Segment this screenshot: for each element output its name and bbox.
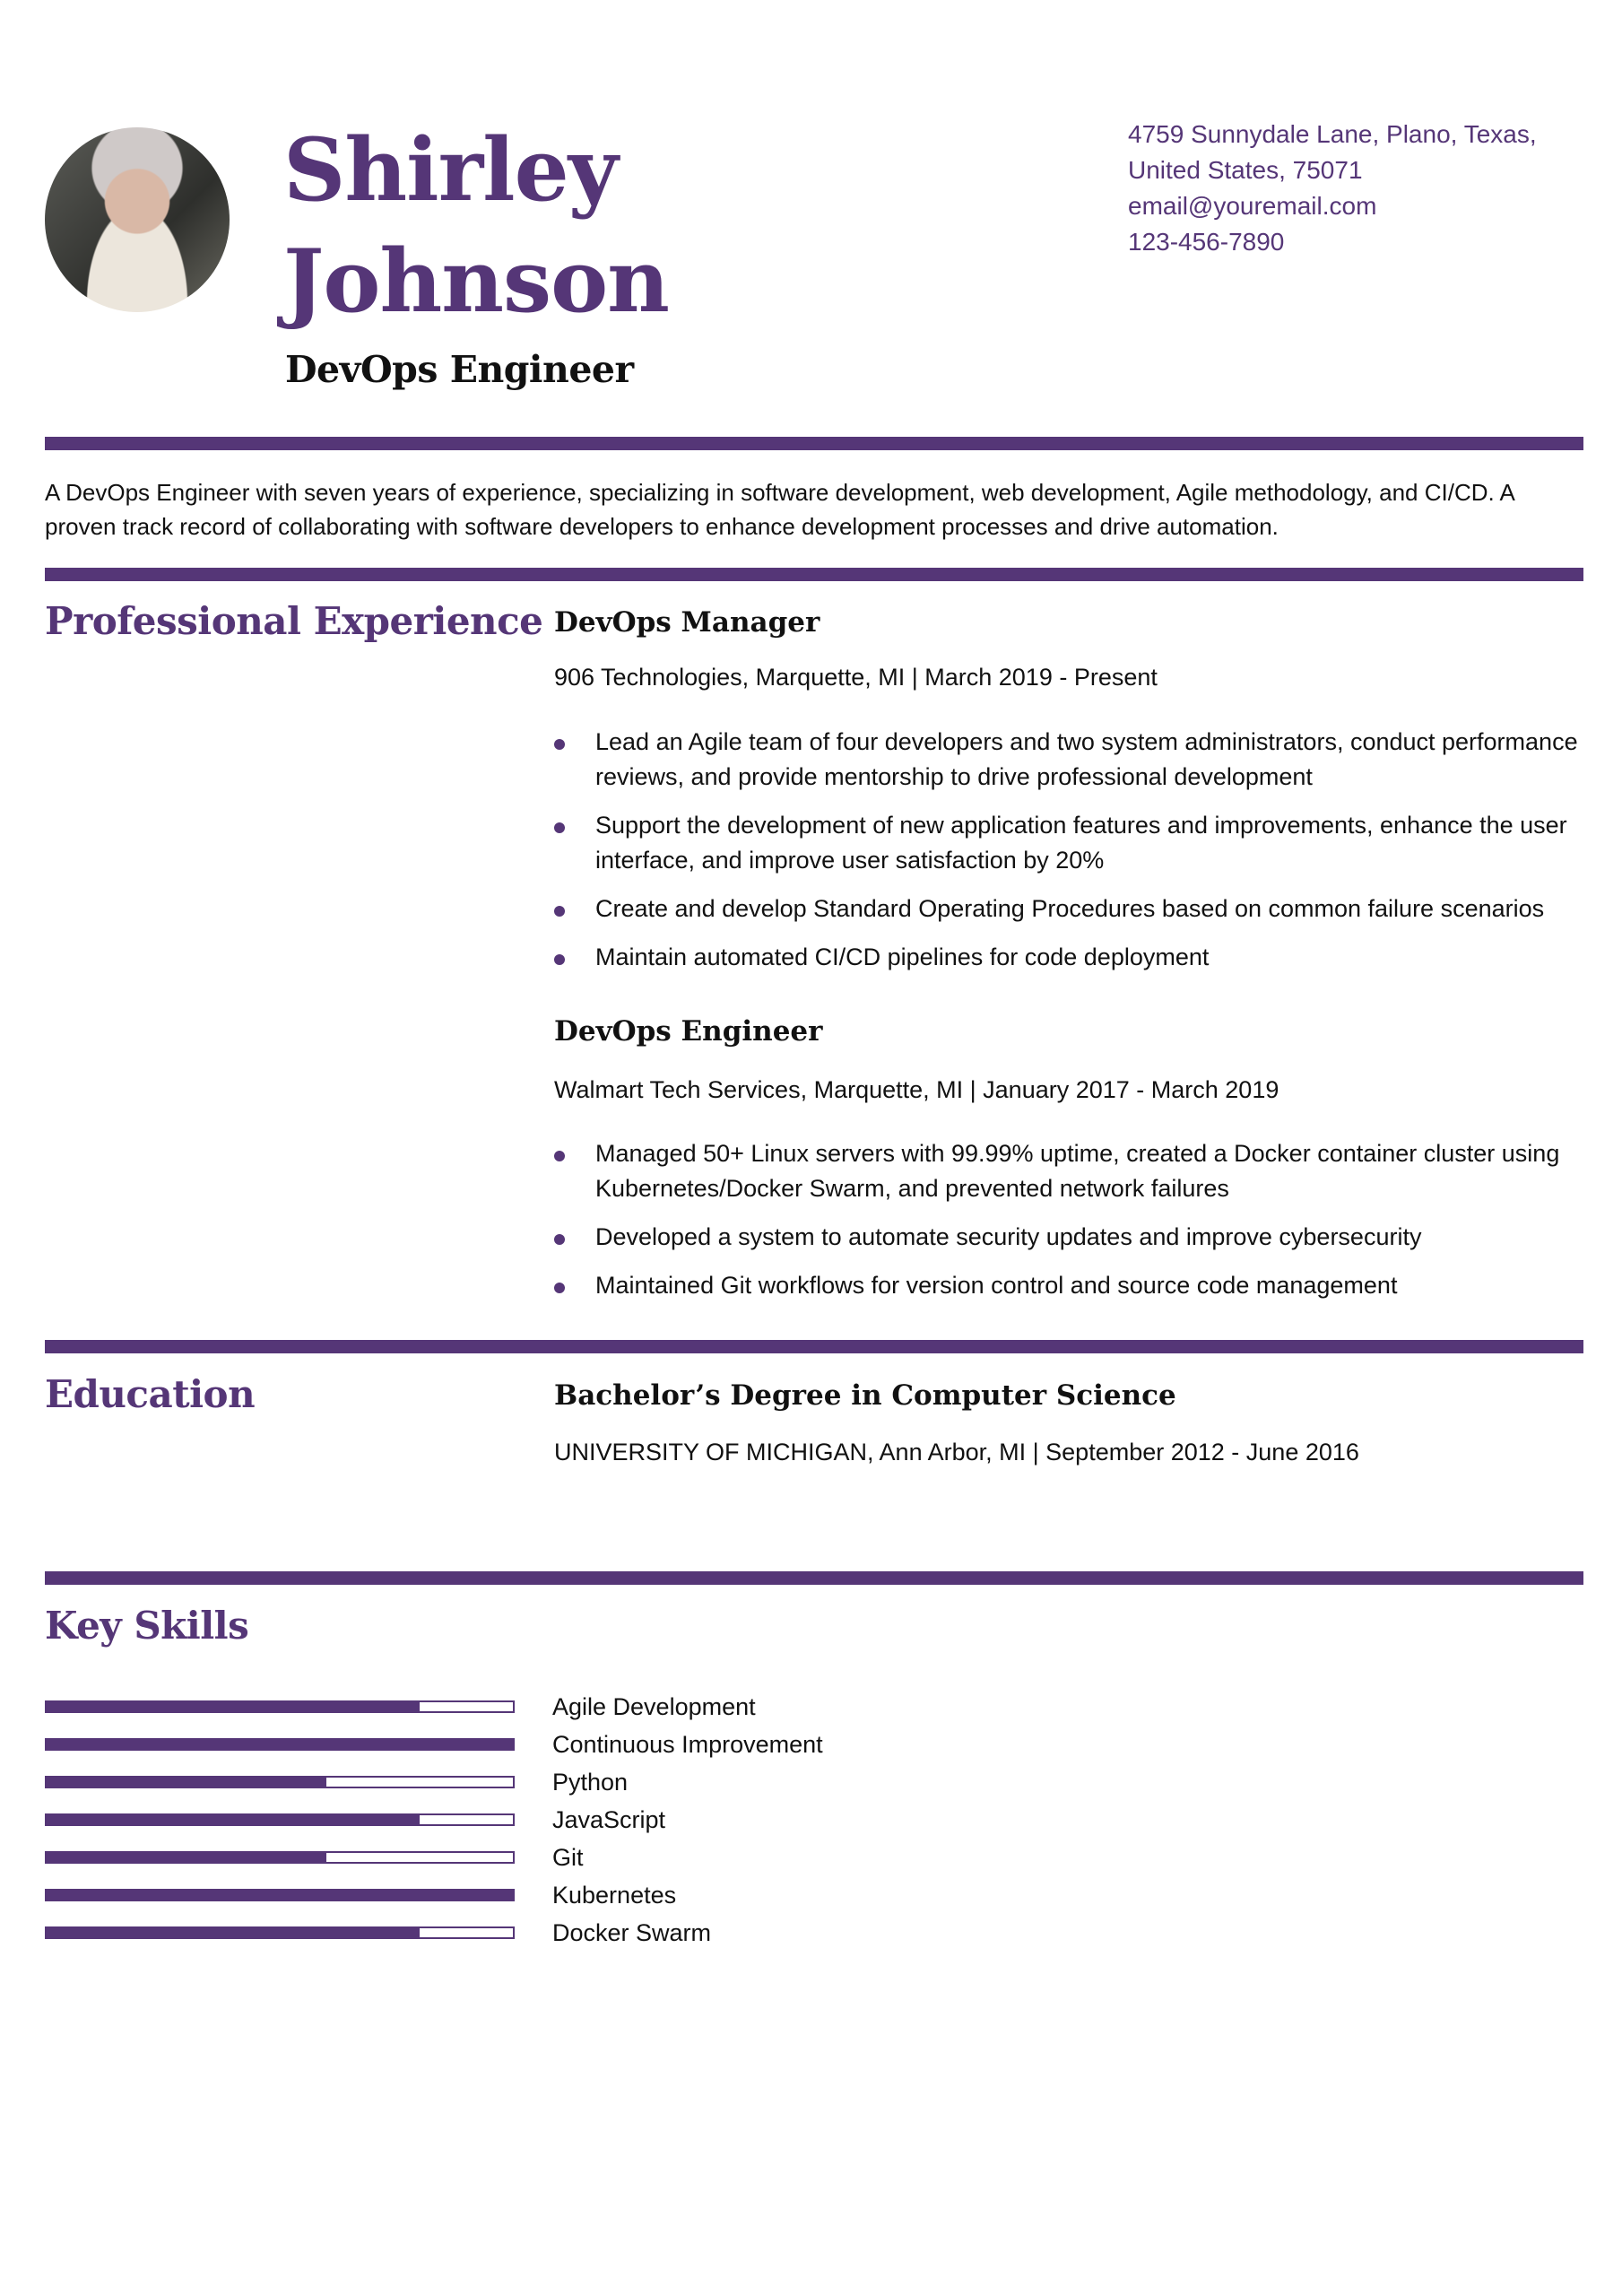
bullet-icon [554, 1234, 565, 1245]
skill-level-bar [45, 1738, 515, 1751]
job-2-meta: Walmart Tech Services, Marquette, MI | J… [554, 1076, 1279, 1103]
list-item: Lead an Agile team of four developers an… [554, 725, 1585, 795]
divider [45, 1571, 1583, 1585]
last-name: Johnson [283, 230, 670, 332]
section-heading-experience: Professional Experience [45, 599, 543, 643]
job-1-title: DevOps Manager [554, 606, 820, 639]
phone: 123-456-7890 [1128, 228, 1285, 256]
bullet-text: Maintained Git workflows for version con… [595, 1272, 1398, 1299]
skill-level-bar [45, 1776, 515, 1788]
divider [45, 1340, 1583, 1353]
first-name: Shirley [283, 119, 618, 221]
job-title: DevOps Engineer [285, 348, 634, 391]
degree-title: Bachelor’s Degree in Computer Science [554, 1379, 1176, 1412]
bullet-text: Create and develop Standard Operating Pr… [595, 895, 1545, 922]
skill-row: Continuous Improvement [45, 1726, 823, 1763]
skill-row: Docker Swarm [45, 1914, 823, 1952]
skill-label: JavaScript [552, 1805, 666, 1833]
skill-label: Git [552, 1843, 584, 1871]
bullet-icon [554, 1151, 565, 1161]
summary: A DevOps Engineer with seven years of ex… [45, 479, 1514, 540]
list-item: Support the development of new applicati… [554, 808, 1585, 878]
job-1-meta: 906 Technologies, Marquette, MI | March … [554, 664, 1158, 691]
education-meta: UNIVERSITY OF MICHIGAN, Ann Arbor, MI | … [554, 1439, 1359, 1465]
skill-row: Git [45, 1839, 823, 1876]
skill-level-fill [47, 1740, 513, 1749]
skill-label: Continuous Improvement [552, 1730, 823, 1758]
bullet-text: Maintain automated CI/CD pipelines for c… [595, 944, 1210, 970]
skill-level-fill [47, 1815, 420, 1824]
skill-row: Agile Development [45, 1688, 823, 1726]
skill-label: Python [552, 1768, 629, 1796]
skill-row: Python [45, 1763, 823, 1801]
bullet-icon [554, 906, 565, 917]
bullet-icon [554, 1283, 565, 1293]
skill-label: Kubernetes [552, 1881, 677, 1909]
job-2-bullets: Managed 50+ Linux servers with 99.99% up… [554, 1136, 1585, 1317]
candidate-name: Shirley Johnson [283, 115, 670, 337]
bullet-text: Lead an Agile team of four developers an… [595, 728, 1578, 790]
list-item: Developed a system to automate security … [554, 1220, 1585, 1255]
skill-level-bar [45, 1889, 515, 1901]
list-item: Maintained Git workflows for version con… [554, 1268, 1585, 1303]
email[interactable]: email@youremail.com [1128, 188, 1537, 224]
skill-level-bar [45, 1700, 515, 1713]
skill-level-fill [47, 1891, 513, 1900]
address-line-1: 4759 Sunnydale Lane, Plano, Texas, [1128, 120, 1537, 148]
skill-label: Docker Swarm [552, 1918, 712, 1946]
skill-level-fill [47, 1928, 420, 1937]
skill-row: Kubernetes [45, 1876, 823, 1914]
list-item: Maintain automated CI/CD pipelines for c… [554, 940, 1585, 975]
skill-level-bar [45, 1813, 515, 1826]
bullet-text: Managed 50+ Linux servers with 99.99% up… [595, 1140, 1560, 1202]
skill-level-fill [47, 1853, 326, 1862]
bullet-icon [554, 954, 565, 965]
divider [45, 437, 1583, 450]
bullet-text: Developed a system to automate security … [595, 1223, 1422, 1250]
skill-level-fill [47, 1702, 420, 1711]
job-1-bullets: Lead an Agile team of four developers an… [554, 725, 1585, 988]
bullet-icon [554, 739, 565, 750]
list-item: Create and develop Standard Operating Pr… [554, 891, 1585, 926]
skill-level-bar [45, 1851, 515, 1864]
divider [45, 568, 1583, 581]
section-heading-skills: Key Skills [45, 1604, 249, 1648]
skill-level-bar [45, 1926, 515, 1939]
skills-list: Agile Development Continuous Improvement P… [45, 1688, 823, 1952]
address-line-2: United States, 75071 [1128, 156, 1363, 184]
skill-label: Agile Development [552, 1692, 756, 1720]
skill-row: JavaScript [45, 1801, 823, 1839]
bullet-icon [554, 822, 565, 833]
skill-level-fill [47, 1778, 326, 1787]
bullet-text: Support the development of new applicati… [595, 812, 1567, 874]
job-2-title: DevOps Engineer [554, 1015, 823, 1048]
section-heading-education: Education [45, 1372, 256, 1416]
list-item: Managed 50+ Linux servers with 99.99% up… [554, 1136, 1585, 1206]
contact-info: 4759 Sunnydale Lane, Plano, Texas, Unite… [1128, 117, 1537, 260]
profile-photo [45, 127, 230, 312]
